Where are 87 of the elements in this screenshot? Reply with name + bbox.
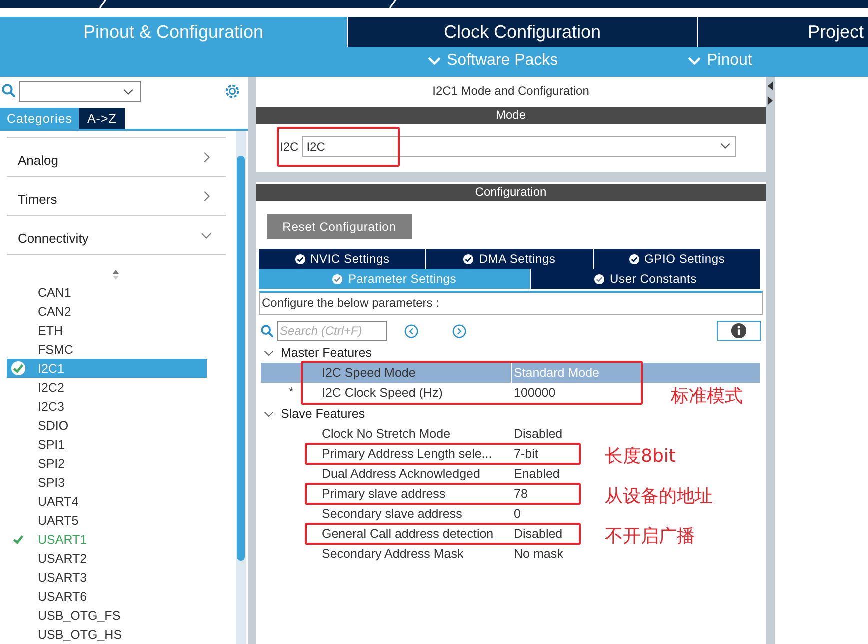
parameter-row[interactable]: Dual Address Acknowledged Enabled	[261, 464, 601, 484]
parameter-name: Secondary slave address	[322, 507, 464, 521]
chevron-down-icon	[688, 56, 701, 66]
parameter-name: I2C Clock Speed (Hz)	[322, 386, 444, 400]
peripheral-item[interactable]: USART2	[7, 549, 207, 568]
annotation-note: 不开启广播	[605, 525, 695, 548]
parameter-value: No mask	[513, 546, 564, 563]
peripheral-item[interactable]: USART3	[7, 568, 207, 587]
previous-icon[interactable]	[404, 324, 419, 338]
check-circle-icon	[294, 254, 306, 264]
panel-title: I2C1 Mode and Configuration	[432, 83, 590, 100]
check-circle-icon	[332, 274, 344, 284]
field-label: I2C	[280, 140, 299, 154]
parameter-name: Primary slave address	[322, 487, 447, 501]
info-icon	[731, 323, 747, 339]
info-button[interactable]	[717, 321, 761, 341]
parameter-row[interactable]: Clock No Stretch Mode Disabled	[261, 424, 601, 444]
parameter-row[interactable]: Primary slave address 78	[261, 484, 601, 504]
parameter-name: I2C Speed Mode	[322, 366, 417, 380]
parameter-name: Primary Address Length sele...	[322, 447, 494, 461]
category-item[interactable]: Analog	[7, 138, 226, 177]
parameter-value: Standard Mode	[511, 363, 600, 383]
settings-tab[interactable]: DMA Settings	[425, 249, 593, 269]
scrollbar[interactable]	[236, 131, 246, 644]
chevron-down-icon	[428, 56, 441, 66]
peripheral-item[interactable]: CAN2	[7, 302, 207, 321]
modified-marker: *	[289, 385, 294, 399]
parameter-row[interactable]: Primary Address Length sele... 7-bit	[261, 444, 601, 464]
peripheral-item[interactable]: UART5	[7, 511, 207, 530]
settings-tab[interactable]: GPIO Settings	[592, 249, 760, 269]
reset-button[interactable]: Reset Configuration	[267, 214, 412, 239]
peripheral-item[interactable]: USB_OTG_FS	[7, 606, 207, 625]
peripheral-item[interactable]: FSMC	[7, 340, 207, 359]
section-header: Mode	[256, 107, 766, 124]
peripheral-item[interactable]: I2C3	[7, 397, 207, 416]
collapse-arrows-icon[interactable]	[767, 81, 774, 107]
peripheral-item[interactable]: SPI1	[7, 435, 207, 454]
parameter-name: Dual Address Acknowledged	[322, 467, 482, 481]
section-header: Configuration	[256, 184, 766, 201]
settings-tab[interactable]: NVIC Settings	[259, 249, 426, 269]
settings-tab[interactable]: User Constants	[530, 269, 760, 289]
view-tab[interactable]: A->Z	[79, 108, 125, 129]
sort-icon[interactable]	[112, 269, 120, 281]
check-circle-icon	[594, 274, 606, 284]
parameter-name: General Call address detection	[322, 527, 495, 541]
peripheral-item[interactable]: USART6	[7, 587, 207, 606]
peripheral-item[interactable]: SPI2	[7, 454, 207, 473]
chevron-down-icon	[720, 143, 731, 150]
peripheral-item[interactable]: SDIO	[7, 416, 207, 435]
search-icon	[2, 84, 16, 98]
peripheral-item[interactable]: ETH	[7, 321, 207, 340]
parameter-row[interactable]: Secondary slave address 0	[261, 504, 601, 524]
section-toggle[interactable]: Master Features	[261, 343, 760, 363]
parameter-value: Disabled	[513, 526, 563, 543]
parameter-name: Secondary Address Mask	[322, 547, 465, 561]
search-field[interactable]: Search (Ctrl+F)	[277, 321, 387, 341]
peripheral-item[interactable]: SPI3	[7, 473, 207, 492]
parameter-value: 0	[513, 506, 521, 523]
peripheral-item[interactable]: I2C2	[7, 378, 207, 397]
annotation-note: 从设备的地址	[605, 485, 713, 508]
parameter-name: Clock No Stretch Mode	[322, 427, 452, 441]
mode-dropdown[interactable]: I2C	[302, 136, 736, 157]
category-item[interactable]: Timers	[7, 177, 226, 216]
parameter-value: 7-bit	[513, 446, 538, 463]
parameter-row[interactable]: I2C Speed Mode Standard Mode	[261, 363, 760, 383]
chevron-down-icon	[123, 88, 134, 96]
category-label: Timers	[18, 192, 58, 206]
peripheral-item[interactable]: CAN1	[7, 283, 207, 302]
search-combo-box[interactable]	[19, 80, 141, 102]
check-circle-icon	[463, 254, 474, 264]
category-label: Analog	[18, 152, 58, 168]
peripheral-item[interactable]: UART4	[7, 492, 207, 511]
category-item[interactable]: Connectivity	[7, 216, 226, 255]
parameter-value: Enabled	[513, 466, 560, 483]
peripheral-item[interactable]: USB_OTG_HS	[7, 625, 207, 644]
check-circle-icon	[628, 254, 640, 264]
annotation-note: 长度8bit	[605, 445, 676, 468]
parameter-row[interactable]: * I2C Clock Speed (Hz) 100000	[261, 383, 601, 403]
parameter-row[interactable]: General Call address detection Disabled	[261, 524, 601, 544]
parameter-value: 100000	[513, 385, 556, 402]
next-icon[interactable]	[452, 324, 467, 338]
parameter-value: 78	[513, 486, 528, 503]
parameter-row[interactable]: Secondary Address Mask No mask	[261, 544, 601, 564]
search-icon	[261, 324, 274, 338]
parameter-value: Disabled	[513, 426, 563, 443]
parameters-caption: Configure the below parameters :	[259, 291, 763, 315]
category-label: Connectivity	[18, 230, 89, 246]
